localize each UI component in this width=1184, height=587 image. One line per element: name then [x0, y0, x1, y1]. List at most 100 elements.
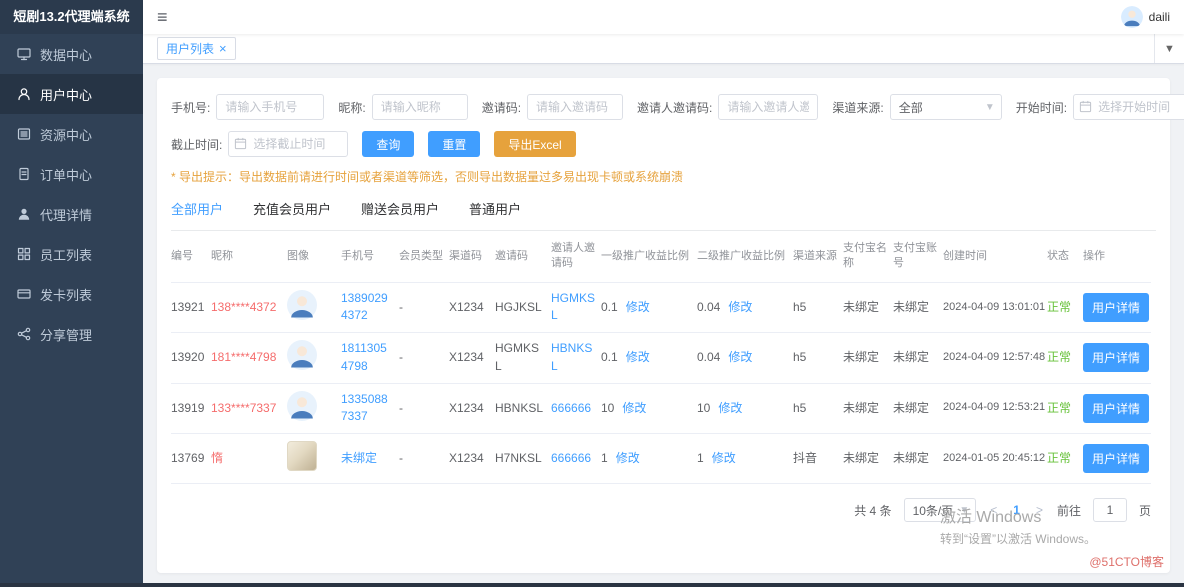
cell-alipay-account: 未绑定	[893, 433, 943, 483]
username: daili	[1149, 10, 1170, 24]
nickname-input[interactable]	[372, 94, 468, 120]
cell-status: 正常	[1047, 433, 1083, 483]
tags-bar: 用户列表 × ▼	[143, 34, 1184, 64]
table-row: 13919133****733713350887337-X1234HBNKSL6…	[171, 383, 1151, 433]
invite-code-input[interactable]	[527, 94, 623, 120]
filter-row-2: 截止时间: 查询 重置 导出Excel	[171, 131, 1156, 157]
sidebar-item-label: 代理详情	[40, 205, 92, 224]
end-time-filter: 截止时间:	[171, 131, 348, 157]
phone-link[interactable]: 18113054798	[341, 341, 387, 372]
cell-channel-code: X1234	[449, 282, 495, 332]
user-detail-button[interactable]: 用户详情	[1083, 343, 1149, 372]
cell-nickname: 133****7337	[211, 383, 287, 433]
phone-link[interactable]: 未绑定	[341, 451, 377, 465]
cell-phone: 13350887337	[341, 383, 399, 433]
sidebar-item-label: 数据中心	[40, 45, 92, 64]
modify-level1-link[interactable]: 修改	[626, 350, 650, 364]
goto-suffix: 页	[1139, 502, 1151, 519]
cell-source: h5	[793, 282, 843, 332]
prev-page-button[interactable]: <	[988, 503, 999, 517]
monitor-icon	[17, 47, 31, 61]
phone-link[interactable]: 13890294372	[341, 291, 388, 322]
channel-filter: 渠道来源: 全部 ▼	[832, 94, 1001, 120]
goto-page-input[interactable]	[1093, 498, 1127, 522]
cell-avatar	[287, 333, 341, 383]
export-excel-button[interactable]: 导出Excel	[494, 131, 575, 157]
current-page[interactable]: 1	[1011, 503, 1022, 517]
user-type-tab[interactable]: 全部用户	[171, 199, 223, 218]
sidebar-item-order-center[interactable]: 订单中心	[0, 154, 143, 194]
end-time-input[interactable]	[228, 131, 348, 157]
cell-invite-code: HGMKSL	[495, 333, 551, 383]
cell-channel-code: X1234	[449, 333, 495, 383]
column-header: 支付宝账号	[893, 231, 943, 282]
end-time-label: 截止时间:	[171, 136, 222, 153]
cell-phone: 18113054798	[341, 333, 399, 383]
cell-alipay-name: 未绑定	[843, 282, 893, 332]
user-detail-button[interactable]: 用户详情	[1083, 394, 1149, 423]
inviter-code-input[interactable]	[718, 94, 818, 120]
cell-channel-code: X1234	[449, 433, 495, 483]
inviter-code-link[interactable]: 666666	[551, 401, 591, 415]
modify-level2-link[interactable]: 修改	[728, 300, 752, 314]
sidebar-item-card-list[interactable]: 发卡列表	[0, 274, 143, 314]
user-table: 编号昵称图像手机号会员类型渠道码邀请码邀请人邀请码一级推广收益比例二级推广收益比…	[171, 231, 1151, 484]
column-header: 邀请码	[495, 231, 551, 282]
column-header: 图像	[287, 231, 341, 282]
hamburger-icon[interactable]: ≡	[157, 8, 168, 26]
user-type-tab[interactable]: 普通用户	[469, 199, 521, 218]
close-icon[interactable]: ×	[219, 42, 227, 55]
topbar: ≡ daili	[143, 0, 1184, 34]
cell-avatar	[287, 433, 341, 483]
agent-icon	[17, 207, 31, 221]
modify-level1-link[interactable]: 修改	[626, 300, 650, 314]
cell-id: 13920	[171, 333, 211, 383]
table-row: 13920181****479818113054798-X1234HGMKSLH…	[171, 333, 1151, 383]
cell-member-type: -	[399, 433, 449, 483]
user-menu[interactable]: daili	[1121, 6, 1170, 28]
modify-level1-link[interactable]: 修改	[622, 401, 646, 415]
sidebar-item-staff-list[interactable]: 员工列表	[0, 234, 143, 274]
column-header: 支付宝名称	[843, 231, 893, 282]
goto-label: 前往	[1057, 502, 1081, 519]
reset-button[interactable]: 重置	[428, 131, 480, 157]
app-title: 短剧13.2代理端系统	[0, 0, 143, 34]
sidebar-item-agent-detail[interactable]: 代理详情	[0, 194, 143, 234]
inviter-code-link[interactable]: 666666	[551, 451, 591, 465]
cell-created: 2024-01-05 20:45:12	[943, 433, 1047, 483]
modify-level1-link[interactable]: 修改	[616, 451, 640, 465]
user-type-tab[interactable]: 充值会员用户	[253, 199, 331, 218]
phone-link[interactable]: 13350887337	[341, 392, 388, 423]
chevron-down-icon[interactable]: ▼	[1154, 34, 1184, 63]
channel-select[interactable]: 全部 ▼	[890, 94, 1002, 120]
cell-alipay-account: 未绑定	[893, 282, 943, 332]
sidebar-item-share-manage[interactable]: 分享管理	[0, 314, 143, 354]
modify-level2-link[interactable]: 修改	[728, 350, 752, 364]
cell-avatar	[287, 282, 341, 332]
user-type-tab[interactable]: 赠送会员用户	[361, 199, 439, 218]
grid-icon	[17, 247, 31, 261]
inviter-code-link[interactable]: HGMKSL	[551, 291, 595, 322]
phone-input[interactable]	[216, 94, 324, 120]
sidebar-item-resource-center[interactable]: 资源中心	[0, 114, 143, 154]
search-button[interactable]: 查询	[362, 131, 414, 157]
start-time-input[interactable]	[1073, 94, 1184, 120]
user-detail-button[interactable]: 用户详情	[1083, 293, 1149, 322]
sidebar-item-data-center[interactable]: 数据中心	[0, 34, 143, 74]
cell-invite-code: HBNKSL	[495, 383, 551, 433]
next-page-button[interactable]: >	[1034, 503, 1045, 517]
tab-user-list[interactable]: 用户列表 ×	[157, 37, 236, 60]
modify-level2-link[interactable]: 修改	[718, 401, 742, 415]
user-avatar	[287, 290, 317, 320]
modify-level2-link[interactable]: 修改	[712, 451, 736, 465]
cell-level1-ratio: 0.1修改	[601, 282, 697, 332]
cell-alipay-name: 未绑定	[843, 333, 893, 383]
user-detail-button[interactable]: 用户详情	[1083, 444, 1149, 473]
cell-action: 用户详情	[1083, 282, 1151, 332]
page-size-select[interactable]: 10条/页 ▼	[904, 498, 977, 522]
sidebar-item-user-center[interactable]: 用户中心	[0, 74, 143, 114]
sidebar-item-label: 员工列表	[40, 245, 92, 264]
nickname-label: 昵称:	[338, 99, 365, 116]
inviter-code-link[interactable]: HBNKSL	[551, 341, 592, 372]
user-list-card: 手机号: 昵称: 邀请码: 邀请人邀请码:	[157, 78, 1170, 573]
